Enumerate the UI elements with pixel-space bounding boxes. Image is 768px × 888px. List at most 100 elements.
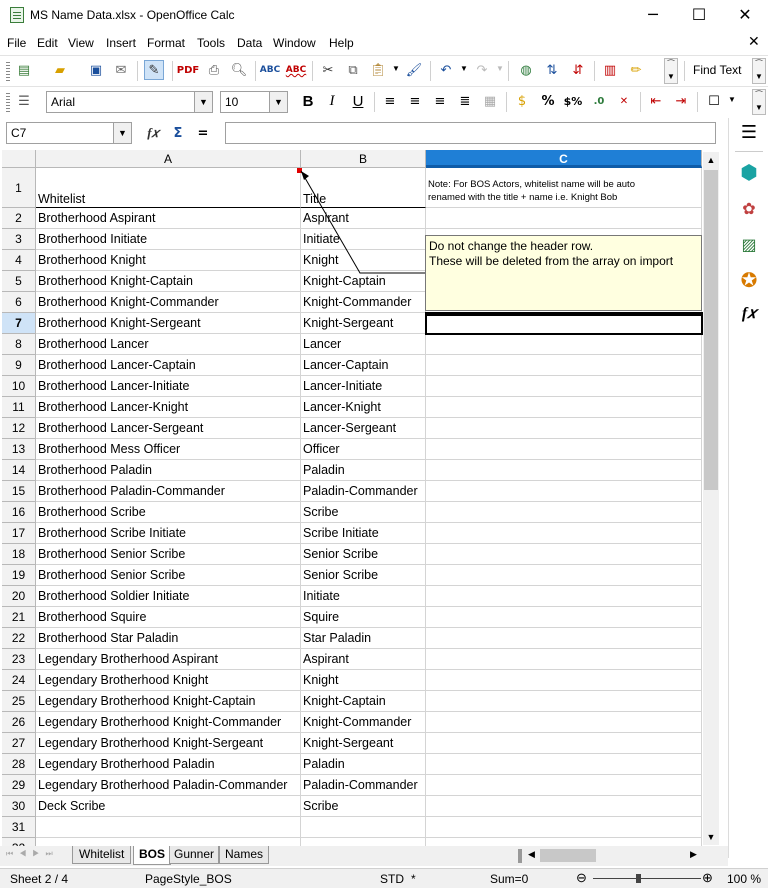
print-preview-icon[interactable]: 🔍︎ [229, 60, 249, 80]
cell-c22[interactable] [426, 628, 702, 649]
cut-icon[interactable]: ✂ [318, 60, 338, 80]
cell-c2[interactable] [426, 208, 702, 229]
cell-b13[interactable]: Officer [301, 439, 426, 460]
row-header[interactable]: 8 [2, 334, 36, 355]
menu-edit[interactable]: Edit [37, 36, 58, 50]
chevron-down-icon[interactable]: ▼ [113, 123, 131, 143]
row-header[interactable]: 17 [2, 523, 36, 544]
cell-a16[interactable]: Brotherhood Scribe [36, 502, 301, 523]
cell-c25[interactable] [426, 691, 702, 712]
undo-icon[interactable]: ↶ [436, 60, 456, 80]
cell-a22[interactable]: Brotherhood Star Paladin [36, 628, 301, 649]
cell-b27[interactable]: Knight-Sergeant [301, 733, 426, 754]
row-header[interactable]: 14 [2, 460, 36, 481]
justify-icon[interactable]: ≣ [455, 91, 475, 111]
gallery-icon[interactable]: ▨ [737, 232, 761, 256]
open-folder-icon[interactable]: ▰ [50, 60, 70, 80]
menu-file[interactable]: File [7, 36, 26, 50]
cell-c12[interactable] [426, 418, 702, 439]
scroll-right-icon[interactable]: ▶ [690, 849, 697, 860]
name-box[interactable]: C7 ▼ [6, 122, 132, 144]
functions-icon[interactable]: f𝑥 [737, 302, 761, 326]
selection-mode[interactable]: STD [380, 872, 404, 886]
cell-a24[interactable]: Legendary Brotherhood Knight [36, 670, 301, 691]
cell-c31[interactable] [426, 817, 702, 838]
active-cell-c7[interactable] [425, 312, 703, 335]
sort-ascending-icon[interactable]: ⇅ [542, 60, 562, 80]
column-header-a[interactable]: A [36, 150, 301, 168]
cell-a11[interactable]: Brotherhood Lancer-Knight [36, 397, 301, 418]
underline-button[interactable]: U [348, 91, 368, 111]
row-header[interactable]: 15 [2, 481, 36, 502]
toolbar-grip[interactable] [6, 61, 10, 81]
bold-button[interactable]: B [298, 91, 318, 111]
horizontal-scroll-thumb[interactable] [540, 849, 596, 862]
row-header[interactable]: 7 [2, 313, 36, 334]
sheet-tab-gunner[interactable]: Gunner [169, 846, 220, 864]
row-header[interactable]: 28 [2, 754, 36, 775]
menu-window[interactable]: Window [273, 36, 316, 50]
zoom-out-icon[interactable]: ⊖ [576, 870, 587, 886]
cell-a23[interactable]: Legendary Brotherhood Aspirant [36, 649, 301, 670]
navigator-compass-icon[interactable]: ✪ [737, 268, 761, 292]
cell-a4[interactable]: Brotherhood Knight [36, 250, 301, 271]
cell-a13[interactable]: Brotherhood Mess Officer [36, 439, 301, 460]
cell-c1[interactable]: Note: For BOS Actors, whitelist name wil… [426, 168, 702, 208]
currency-format-icon[interactable]: $ [512, 91, 532, 111]
row-header[interactable]: 4 [2, 250, 36, 271]
align-right-icon[interactable]: ≡ [430, 91, 450, 111]
cell-a7[interactable]: Brotherhood Knight-Sergeant [36, 313, 301, 334]
cell-b16[interactable]: Scribe [301, 502, 426, 523]
function-wizard-icon[interactable]: f𝑥 [143, 123, 163, 143]
align-center-icon[interactable]: ≡ [405, 91, 425, 111]
menu-data[interactable]: Data [237, 36, 262, 50]
cell-c17[interactable] [426, 523, 702, 544]
cell-a31[interactable] [36, 817, 301, 838]
row-header[interactable]: 11 [2, 397, 36, 418]
undo-dropdown-icon[interactable]: ▼ [460, 64, 468, 73]
navigator-icon[interactable]: ◍ [516, 60, 536, 80]
row-header[interactable]: 13 [2, 439, 36, 460]
row-header[interactable]: 6 [2, 292, 36, 313]
cell-b28[interactable]: Paladin [301, 754, 426, 775]
vertical-scrollbar[interactable]: ▲ ▼ [703, 152, 719, 845]
styles-formatting-icon[interactable]: ✿ [737, 196, 761, 220]
add-decimal-icon[interactable]: .0 [589, 91, 609, 111]
cell-b7[interactable]: Knight-Sergeant [301, 313, 426, 334]
cell-a15[interactable]: Brotherhood Paladin-Commander [36, 481, 301, 502]
cell-c9[interactable] [426, 355, 702, 376]
cell-a30[interactable]: Deck Scribe [36, 796, 301, 817]
redo-dropdown-icon[interactable]: ▼ [496, 64, 504, 73]
row-header[interactable]: 22 [2, 628, 36, 649]
number-format-icon[interactable]: $% [563, 91, 583, 111]
chevron-down-icon[interactable]: ▼ [269, 92, 287, 112]
clone-formatting-icon[interactable]: 🖌︎ [404, 60, 424, 80]
row-header[interactable]: 9 [2, 355, 36, 376]
cell-a27[interactable]: Legendary Brotherhood Knight-Sergeant [36, 733, 301, 754]
column-header-c[interactable]: C [426, 150, 702, 168]
sheet-tab-bos[interactable]: BOS [133, 846, 172, 865]
menu-view[interactable]: View [68, 36, 94, 50]
save-icon[interactable]: ▣ [86, 60, 106, 80]
autospellcheck-icon[interactable]: ABC [286, 60, 306, 80]
cell-b21[interactable]: Squire [301, 607, 426, 628]
copy-icon[interactable]: ⧉ [343, 60, 363, 80]
row-header[interactable]: 12 [2, 418, 36, 439]
merge-cells-icon[interactable]: ▦ [480, 91, 500, 111]
page-style[interactable]: PageStyle_BOS [145, 872, 232, 886]
sort-descending-icon[interactable]: ⇵ [568, 60, 588, 80]
cell-c14[interactable] [426, 460, 702, 481]
cell-b29[interactable]: Paladin-Commander [301, 775, 426, 796]
cell-b24[interactable]: Knight [301, 670, 426, 691]
sum-icon[interactable]: Σ [168, 123, 188, 143]
cell-c28[interactable] [426, 754, 702, 775]
cell-c21[interactable] [426, 607, 702, 628]
cell-b18[interactable]: Senior Scribe [301, 544, 426, 565]
font-name-combo[interactable]: Arial ▼ [46, 91, 213, 113]
new-document-icon[interactable]: ▤ [14, 60, 34, 80]
find-text-button[interactable]: Find Text [693, 63, 741, 77]
sheet-tab-whitelist[interactable]: Whitelist [72, 846, 132, 864]
cell-c11[interactable] [426, 397, 702, 418]
cell-b22[interactable]: Star Paladin [301, 628, 426, 649]
paste-icon[interactable]: 📋︎ [368, 60, 388, 80]
